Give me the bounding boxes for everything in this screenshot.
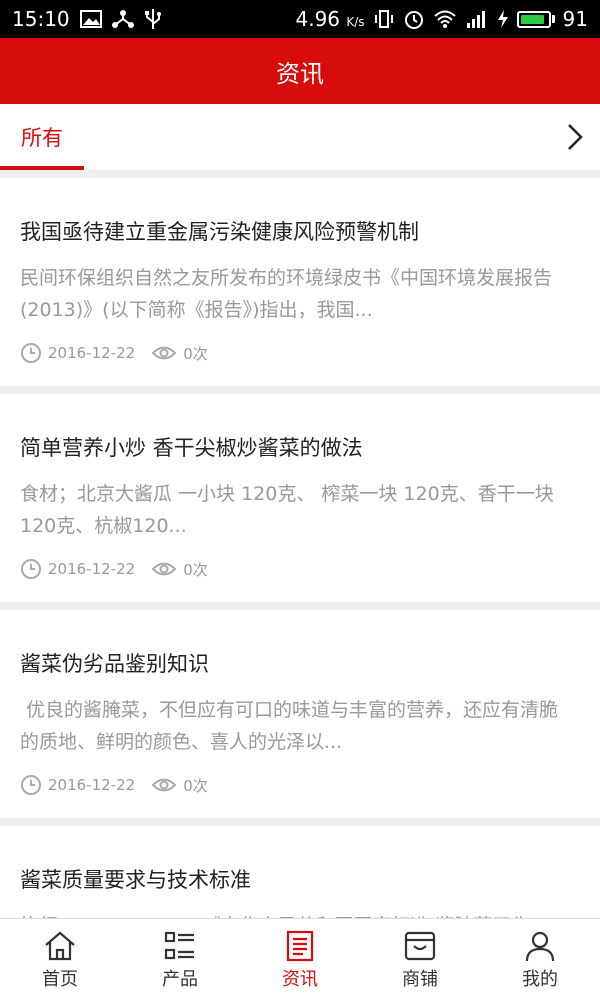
- page-title: 资讯: [276, 59, 324, 88]
- status-time: 15:10: [12, 7, 70, 31]
- news-summary: 优良的酱腌菜，不但应有可口的味道与丰富的营养，还应有清脆的质地、鲜明的颜色、喜人…: [20, 699, 559, 753]
- news-meta: 2016-12-22 0次: [20, 558, 208, 580]
- news-title: 酱菜质量要求与技术标准: [20, 868, 251, 892]
- usb-icon: [144, 8, 162, 30]
- news-summary: 食材；北京大酱瓜 一小块 120克、 榨菜一块 120克、香干一块 120克、杭…: [20, 483, 554, 537]
- share-icon: [111, 9, 134, 29]
- news-date: 2016-12-22: [48, 560, 136, 578]
- news-date: 2016-12-22: [48, 344, 136, 362]
- nav-label: 产品: [162, 968, 198, 990]
- news-item[interactable]: 我国亟待建立重金属污染健康风险预警机制 民间环保组织自然之友所发布的环境绿皮书《…: [0, 178, 600, 386]
- nav-label: 资讯: [282, 968, 318, 990]
- news-title: 我国亟待建立重金属污染健康风险预警机制: [20, 220, 419, 244]
- clock-icon: [20, 558, 42, 580]
- news-item[interactable]: 酱菜伪劣品鉴别知识 优良的酱腌菜，不但应有可口的味道与丰富的营养，还应有清脆的质…: [0, 610, 600, 818]
- news-meta: 2016-12-22 0次: [20, 774, 208, 796]
- category-bar: 所有: [0, 104, 600, 170]
- news-views: 0次: [183, 344, 208, 363]
- battery-percent: 91: [562, 7, 588, 31]
- category-tab-label: 所有: [21, 126, 63, 150]
- news-summary: 民间环保组织自然之友所发布的环境绿皮书《中国环境发展报告(2013)》(以下简称…: [20, 267, 553, 321]
- news-views: 0次: [183, 560, 208, 579]
- news-icon: [283, 929, 317, 963]
- eye-icon: [151, 344, 177, 362]
- signal-icon: [465, 9, 489, 29]
- nav-news[interactable]: 资讯: [240, 919, 360, 1000]
- alarm-icon: [403, 8, 425, 30]
- battery-icon: [516, 10, 555, 28]
- news-item[interactable]: 酱菜质量要求与技术标准 执行GB2714—1996《中华人民共和国国家标准 酱腌…: [0, 826, 600, 937]
- active-tab-indicator: [0, 166, 84, 170]
- charging-icon: [497, 9, 509, 29]
- nav-home[interactable]: 首页: [0, 919, 120, 1000]
- news-views: 0次: [183, 776, 208, 795]
- wifi-icon: [433, 9, 457, 29]
- news-title: 酱菜伪劣品鉴别知识: [20, 652, 209, 676]
- app-header: 资讯: [0, 38, 600, 104]
- status-bar: 15:10 4.96 K/s 91: [0, 0, 600, 38]
- category-tab-all[interactable]: 所有: [0, 104, 84, 170]
- nav-label: 商铺: [402, 968, 438, 990]
- eye-icon: [151, 560, 177, 578]
- list-icon: [163, 929, 197, 963]
- network-speed: 4.96 K/s: [295, 7, 365, 31]
- store-icon: [403, 929, 437, 963]
- clock-icon: [20, 342, 42, 364]
- vibrate-icon: [373, 9, 395, 29]
- news-date: 2016-12-22: [48, 776, 136, 794]
- eye-icon: [151, 776, 177, 794]
- bottom-nav: 首页 产品 资讯 商铺 我的: [0, 918, 600, 1000]
- nav-profile[interactable]: 我的: [480, 919, 600, 1000]
- news-title: 简单营养小炒 香干尖椒炒酱菜的做法: [20, 436, 363, 460]
- home-icon: [43, 929, 77, 963]
- news-item[interactable]: 简单营养小炒 香干尖椒炒酱菜的做法 食材；北京大酱瓜 一小块 120克、 榨菜一…: [0, 394, 600, 602]
- nav-label: 首页: [42, 968, 78, 990]
- nav-products[interactable]: 产品: [120, 919, 240, 1000]
- image-icon: [79, 10, 102, 28]
- chevron-right-icon[interactable]: [560, 121, 590, 153]
- user-icon: [523, 929, 557, 963]
- nav-store[interactable]: 商铺: [360, 919, 480, 1000]
- clock-icon: [20, 774, 42, 796]
- news-meta: 2016-12-22 0次: [20, 342, 208, 364]
- nav-label: 我的: [522, 968, 558, 990]
